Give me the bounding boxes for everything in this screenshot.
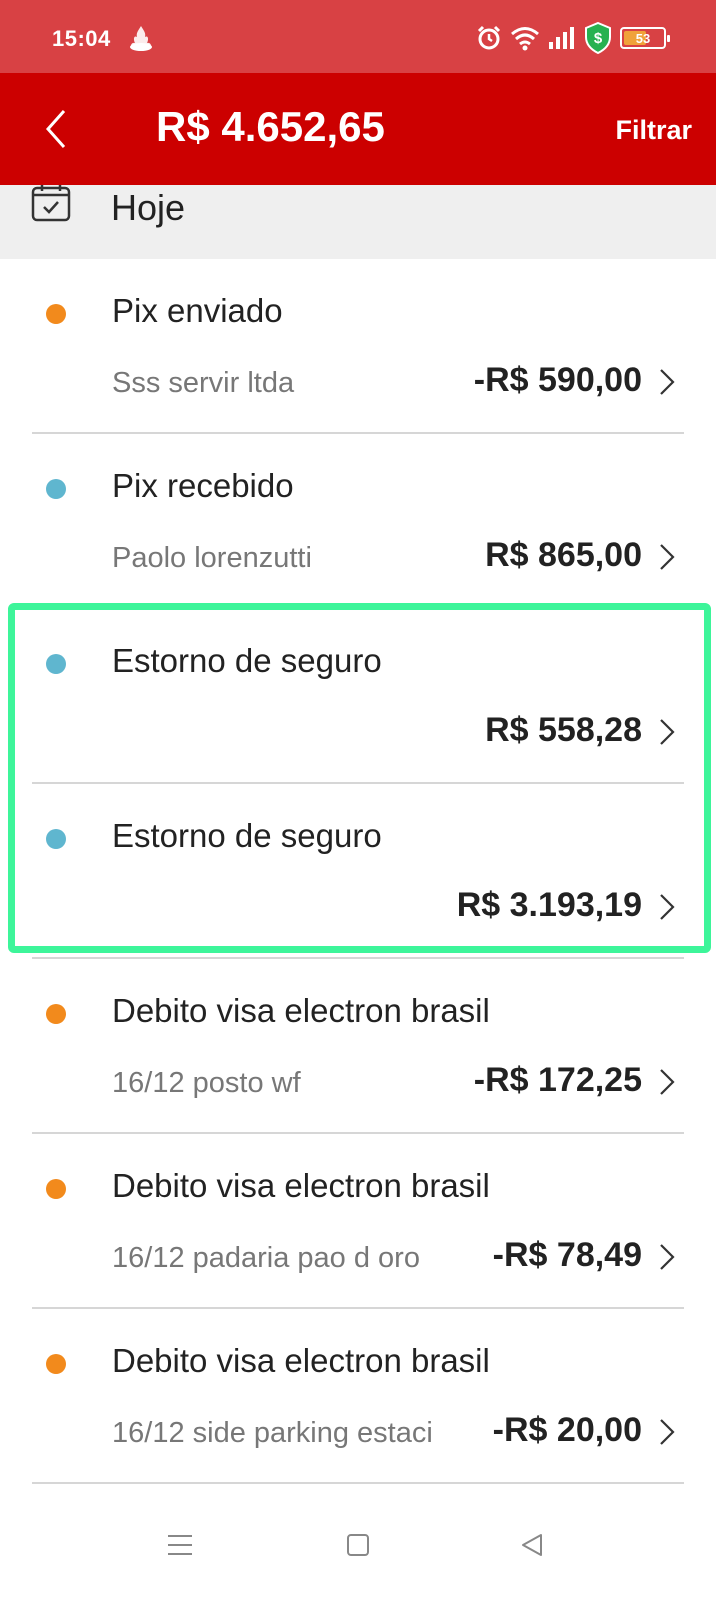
- app-header: R$ 4.652,65 Filtrar: [0, 73, 716, 185]
- transaction-title: Estorno de seguro: [112, 817, 382, 854]
- santander-flame-icon: [130, 26, 152, 51]
- incoming-dot-icon: [46, 479, 66, 499]
- transaction-item[interactable]: Pix enviado Sss servir ltda -R$ 590,00: [0, 259, 716, 434]
- chevron-right-icon: [660, 1419, 675, 1445]
- battery-level: 53: [635, 30, 651, 46]
- chevron-right-icon: [660, 369, 675, 395]
- outgoing-dot-icon: [46, 304, 66, 324]
- divider: [32, 1482, 684, 1484]
- transaction-amount: -R$ 590,00: [473, 361, 642, 399]
- chevron-right-icon: [660, 1069, 675, 1095]
- incoming-dot-icon: [46, 654, 66, 674]
- filter-button[interactable]: Filtrar: [615, 115, 692, 146]
- transaction-description: Paolo lorenzutti: [112, 542, 312, 574]
- transaction-list: Pix enviado Sss servir ltda -R$ 590,00 P…: [0, 259, 716, 1484]
- transaction-title: Debito visa electron brasil: [112, 1342, 490, 1379]
- transaction-title: Pix recebido: [112, 467, 294, 504]
- transaction-amount: -R$ 172,25: [473, 1061, 642, 1099]
- transaction-item[interactable]: Debito visa electron brasil 16/12 posto …: [0, 959, 716, 1134]
- status-icons: $ 53: [476, 22, 670, 54]
- menu-icon[interactable]: [166, 1533, 194, 1557]
- transaction-amount: R$ 558,28: [485, 711, 642, 749]
- transaction-amount: R$ 865,00: [485, 536, 642, 574]
- outgoing-dot-icon: [46, 1004, 66, 1024]
- chevron-left-icon[interactable]: [40, 107, 72, 151]
- transaction-description: 16/12 padaria pao d oro: [112, 1242, 420, 1274]
- transaction-description: 16/12 posto wf: [112, 1067, 301, 1099]
- transaction-amount: -R$ 78,49: [492, 1236, 642, 1274]
- home-square-icon[interactable]: [346, 1533, 370, 1557]
- transaction-amount: R$ 3.193,19: [456, 886, 642, 924]
- chevron-right-icon: [660, 1244, 675, 1270]
- transaction-title: Debito visa electron brasil: [112, 992, 490, 1029]
- shield-dollar-icon: $: [585, 22, 611, 54]
- transaction-description: Sss servir ltda: [112, 367, 295, 399]
- transaction-title: Pix enviado: [112, 292, 283, 329]
- status-bar: 15:04 $ 53: [0, 0, 716, 73]
- transaction-title: Debito visa electron brasil: [112, 1167, 490, 1204]
- chevron-right-icon: [660, 894, 675, 920]
- chevron-right-icon: [660, 544, 675, 570]
- status-time: 15:04: [52, 26, 111, 51]
- signal-icon: [549, 27, 574, 49]
- transaction-item[interactable]: Estorno de seguro R$ 3.193,19: [0, 784, 716, 959]
- svg-text:$: $: [594, 30, 603, 47]
- transaction-item[interactable]: Debito visa electron brasil 16/12 side p…: [0, 1309, 716, 1484]
- wifi-icon: [511, 27, 539, 51]
- transaction-description: 16/12 side parking estaci: [112, 1417, 433, 1449]
- transaction-title: Estorno de seguro: [112, 642, 382, 679]
- system-nav-bar: [0, 1495, 716, 1600]
- transaction-item[interactable]: Pix recebido Paolo lorenzutti R$ 865,00: [0, 434, 716, 609]
- battery-icon: 53: [620, 27, 670, 49]
- date-section-header: Hoje: [0, 185, 716, 259]
- back-triangle-icon[interactable]: [520, 1533, 544, 1557]
- account-balance: R$ 4.652,65: [156, 103, 385, 150]
- date-label: Hoje: [111, 187, 186, 228]
- alarm-icon: [477, 25, 501, 50]
- transaction-item[interactable]: Debito visa electron brasil 16/12 padari…: [0, 1134, 716, 1309]
- calendar-check-icon: [31, 185, 71, 222]
- outgoing-dot-icon: [46, 1354, 66, 1374]
- transaction-amount: -R$ 20,00: [492, 1411, 642, 1449]
- chevron-right-icon: [660, 719, 675, 745]
- incoming-dot-icon: [46, 829, 66, 849]
- transaction-item[interactable]: Estorno de seguro R$ 558,28: [0, 609, 716, 784]
- outgoing-dot-icon: [46, 1179, 66, 1199]
